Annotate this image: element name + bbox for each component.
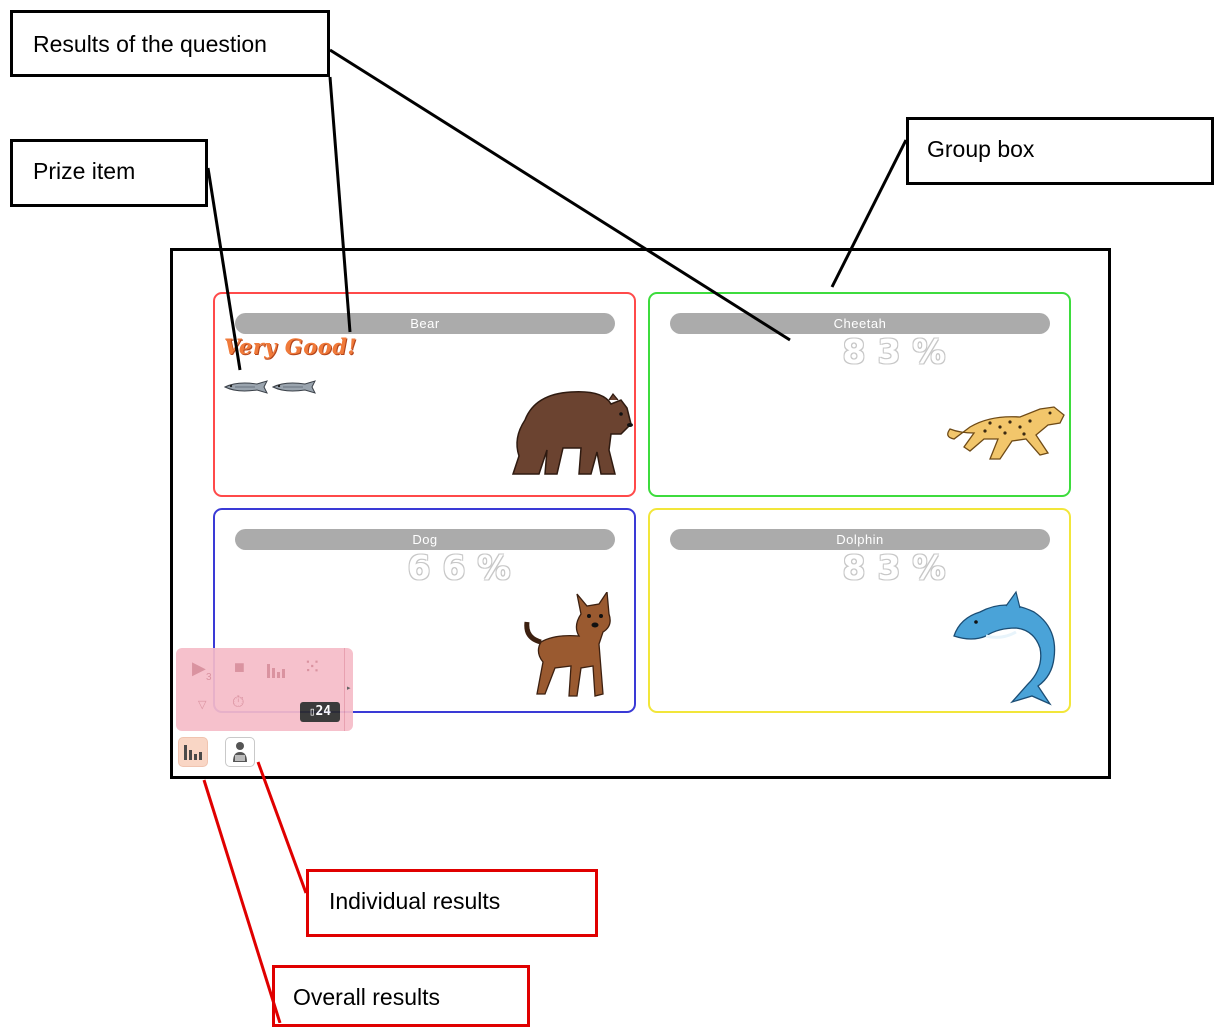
group-name-bar: Cheetah xyxy=(670,313,1050,334)
individual-results-button[interactable] xyxy=(225,737,255,767)
callout-prize-item: Prize item xyxy=(10,139,208,207)
loading-icon[interactable]: ⁙ xyxy=(303,654,321,680)
dolphin-image xyxy=(953,590,1056,706)
fish-icon xyxy=(223,380,268,394)
bar-chart-icon[interactable] xyxy=(266,662,288,683)
expand-icon[interactable]: ▽ xyxy=(198,698,206,711)
result-text: Very Good! xyxy=(224,334,358,359)
counter-display: ▯24 xyxy=(300,702,340,722)
group-box-bear[interactable]: Bear Very Good! xyxy=(213,292,636,497)
result-percent: 83% xyxy=(842,548,958,587)
overall-results-button[interactable] xyxy=(178,737,208,767)
group-name-bar: Bear xyxy=(235,313,615,334)
callout-results-of-question: Results of the question xyxy=(10,10,330,77)
result-percent: 66% xyxy=(407,548,523,587)
group-name-bar: Dolphin xyxy=(670,529,1050,550)
fish-icon xyxy=(271,380,316,394)
cheetah-image xyxy=(947,406,1065,460)
result-percent: 83% xyxy=(842,332,958,371)
play-icon[interactable]: ▶ xyxy=(192,658,206,679)
callout-group-box: Group box xyxy=(906,117,1214,185)
callout-label: Individual results xyxy=(329,888,501,914)
dog-image xyxy=(524,592,611,697)
control-toolbar: ▶ 3 ■ ⁙ ▽ ⏱ ▯24 ▸ xyxy=(176,648,353,731)
callout-label: Group box xyxy=(927,136,1035,162)
callout-label: Prize item xyxy=(33,158,136,184)
play-count: 3 xyxy=(206,672,212,683)
group-box-cheetah[interactable]: Cheetah 83% xyxy=(648,292,1071,497)
group-box-dolphin[interactable]: Dolphin 83% xyxy=(648,508,1071,713)
callout-label: Results of the question xyxy=(33,31,267,57)
bear-image xyxy=(511,391,633,475)
arrow-right-icon[interactable]: ▸ xyxy=(347,684,351,692)
bar-chart-icon xyxy=(184,745,202,760)
prize-items xyxy=(223,380,317,394)
callout-individual-results: Individual results xyxy=(306,869,598,937)
timer-icon[interactable]: ⏱ xyxy=(232,694,244,712)
toolbar-edge[interactable]: ▸ xyxy=(344,648,354,731)
stop-icon[interactable]: ■ xyxy=(234,657,245,678)
group-name-bar: Dog xyxy=(235,529,615,550)
app-screen: Bear Very Good! Cheetah 83% Dog 66% Dolp… xyxy=(170,248,1111,779)
callout-overall-results: Overall results xyxy=(272,965,530,1027)
callout-label: Overall results xyxy=(293,984,440,1010)
person-icon xyxy=(233,742,247,762)
counter-value: 24 xyxy=(315,704,332,719)
